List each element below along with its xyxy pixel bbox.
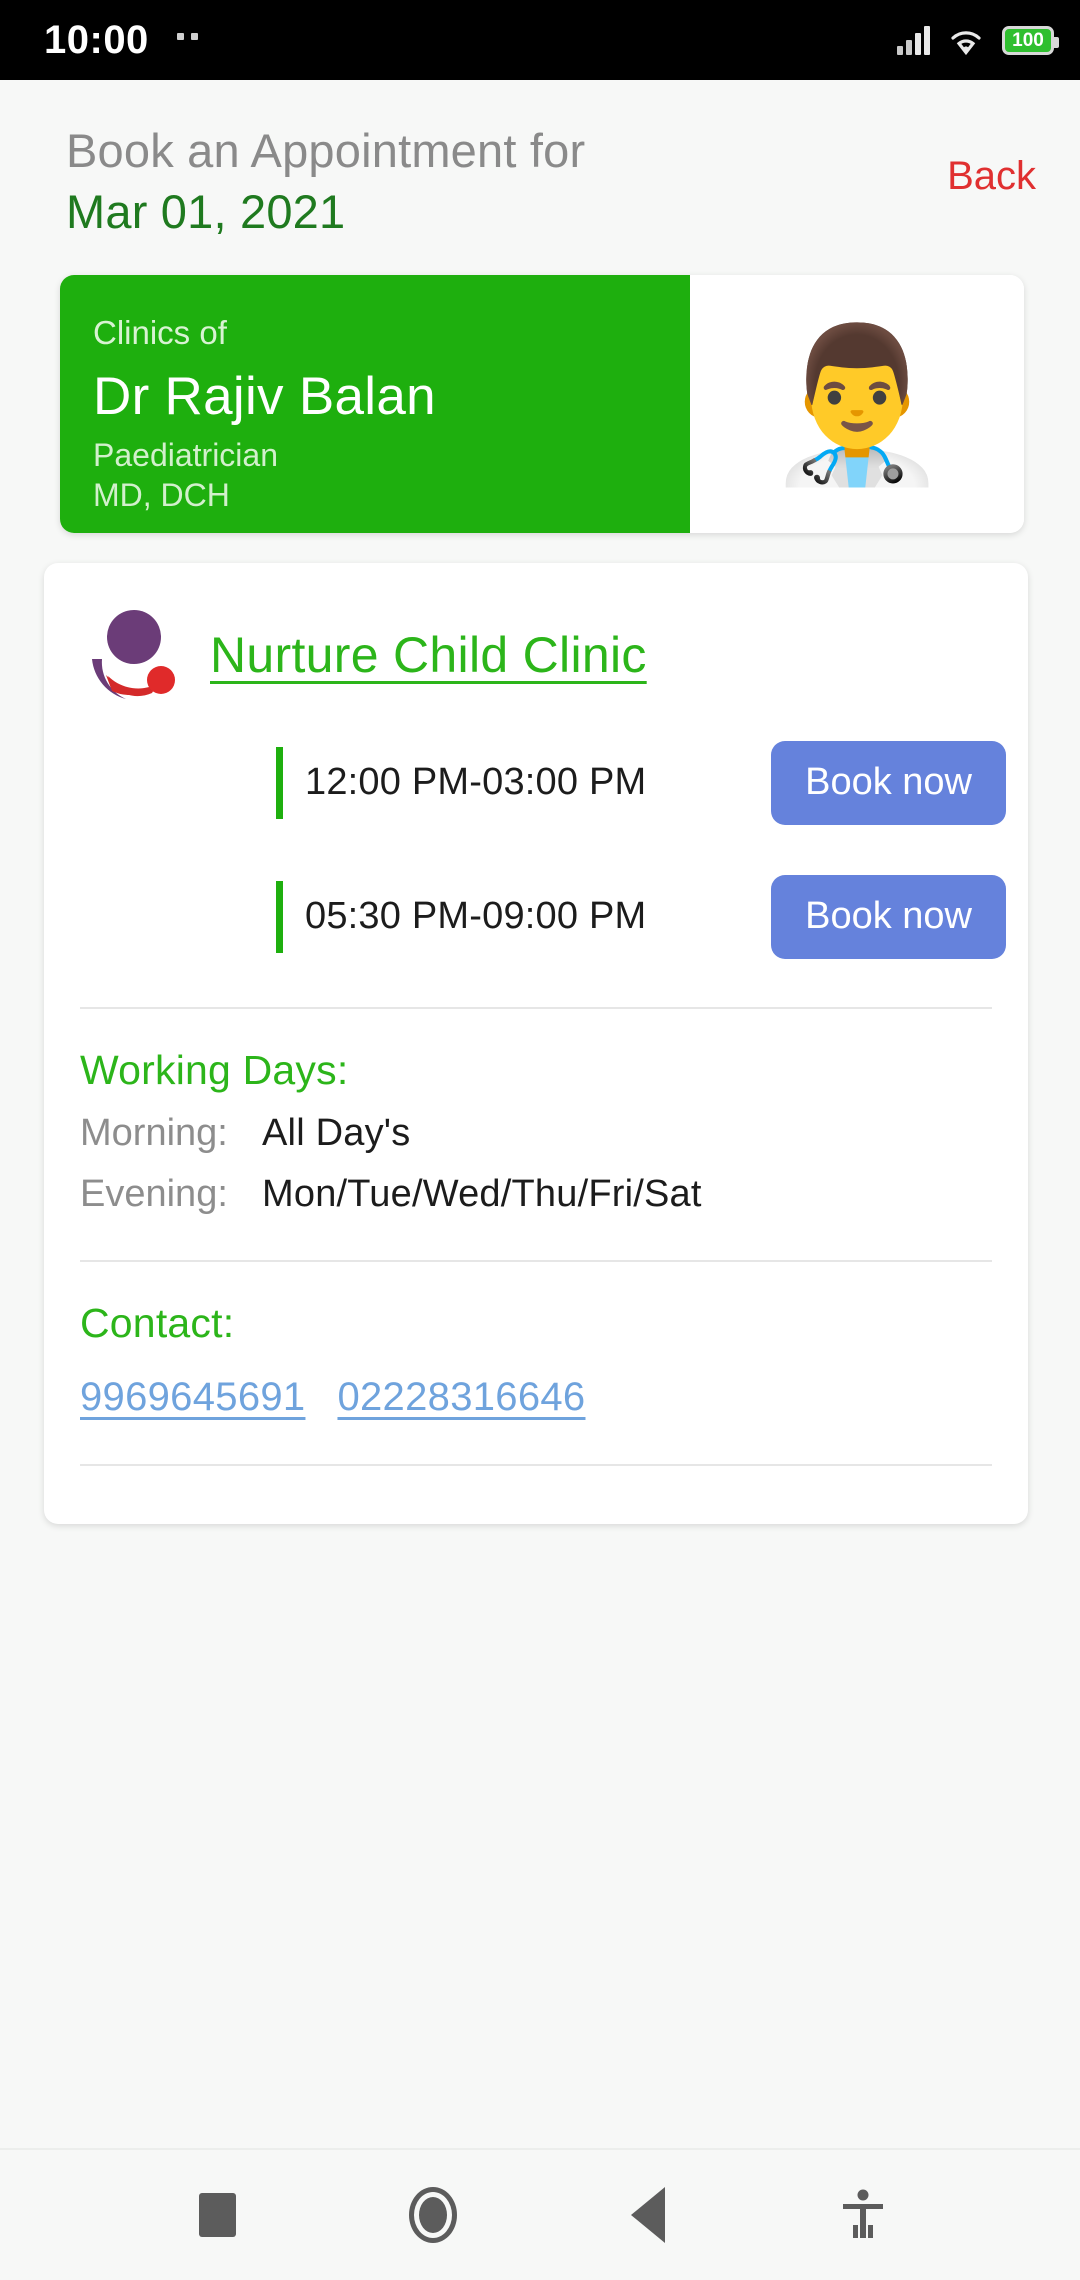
slot-time: 12:00 PM-03:00 PM [305, 761, 647, 804]
doctor-card: Clinics of Dr Rajiv Balan Paediatrician … [60, 274, 1024, 533]
working-days-row: Morning: All Day's [80, 1112, 1028, 1155]
doctor-name: Dr Rajiv Balan [93, 367, 436, 427]
home-button[interactable] [388, 2170, 478, 2260]
divider [80, 1463, 992, 1466]
battery-icon: 100 [1002, 25, 1059, 55]
working-days-value: All Day's [262, 1111, 411, 1154]
status-time: 10:00 [44, 18, 149, 62]
doctor-info: Clinics of Dr Rajiv Balan Paediatrician … [60, 274, 690, 533]
contact-list: 9969645691 02228316646 [80, 1375, 1028, 1420]
app-screen: 10:00 100 Book an Appointment for Mar 01… [0, 0, 1080, 2280]
working-days-key: Evening: [80, 1172, 228, 1215]
page-spacer [0, 1524, 1080, 2148]
status-icons: 100 [897, 25, 1059, 55]
page-title: Book an Appointment for [66, 124, 586, 177]
slot-indicator [276, 746, 283, 819]
book-now-button[interactable]: Book now [771, 740, 1006, 825]
slot-indicator [276, 880, 283, 953]
working-days-title: Working Days: [80, 1046, 349, 1093]
back-button[interactable] [603, 2170, 693, 2260]
back-link[interactable]: Back [947, 154, 1036, 199]
working-days-row: Evening: Mon/Tue/Wed/Thu/Fri/Sat [80, 1173, 1028, 1216]
accessibility-button[interactable] [818, 2170, 908, 2260]
battery-level: 100 [1012, 29, 1044, 51]
doctor-avatar-icon: 👨‍⚕️ [763, 319, 951, 488]
back-arrow-icon [630, 2187, 665, 2243]
slot-time: 05:30 PM-09:00 PM [305, 895, 647, 938]
slot-list: 12:00 PM-03:00 PM Book now 05:30 PM-09:0… [44, 703, 1028, 963]
notification-dots-icon [176, 32, 198, 48]
working-days-key: Morning: [80, 1111, 228, 1154]
contact-phone-link[interactable]: 9969645691 [80, 1375, 305, 1420]
accessibility-icon [842, 2189, 883, 2238]
book-now-button[interactable]: Book now [771, 874, 1006, 959]
home-icon [408, 2187, 457, 2243]
status-bar: 10:00 100 [0, 0, 1080, 80]
slot-row: 12:00 PM-03:00 PM Book now [44, 737, 1028, 829]
header-titles: Book an Appointment for Mar 01, 2021 [66, 122, 947, 241]
appointment-date: Mar 01, 2021 [66, 185, 346, 239]
doctor-specialty: Paediatrician [93, 436, 278, 473]
contact-section: Contact: 9969645691 02228316646 [44, 1262, 1028, 1420]
doctor-photo: 👨‍⚕️ [690, 274, 1024, 533]
contact-title: Contact: [80, 1299, 235, 1346]
page-header: Book an Appointment for Mar 01, 2021 Bac… [0, 80, 1080, 241]
slot-row: 05:30 PM-09:00 PM Book now [44, 871, 1028, 963]
clinics-of-label: Clinics of [93, 313, 227, 351]
working-days-section: Working Days: Morning: All Day's Evening… [44, 1009, 1028, 1216]
android-nav-bar [0, 2148, 1080, 2280]
working-days-value: Mon/Tue/Wed/Thu/Fri/Sat [262, 1172, 702, 1215]
nurture-child-clinic-logo-icon [82, 607, 186, 703]
recents-button[interactable] [173, 2170, 263, 2260]
contact-phone-link[interactable]: 02228316646 [337, 1375, 585, 1420]
clinic-card: Nurture Child Clinic 12:00 PM-03:00 PM B… [44, 562, 1028, 1524]
wifi-icon [951, 31, 981, 55]
recents-icon [199, 2193, 236, 2237]
doctor-degrees: MD, DCH [93, 476, 230, 513]
clinic-header: Nurture Child Clinic [44, 563, 1028, 703]
signal-icon [897, 25, 930, 55]
clinic-name-link[interactable]: Nurture Child Clinic [210, 626, 647, 684]
